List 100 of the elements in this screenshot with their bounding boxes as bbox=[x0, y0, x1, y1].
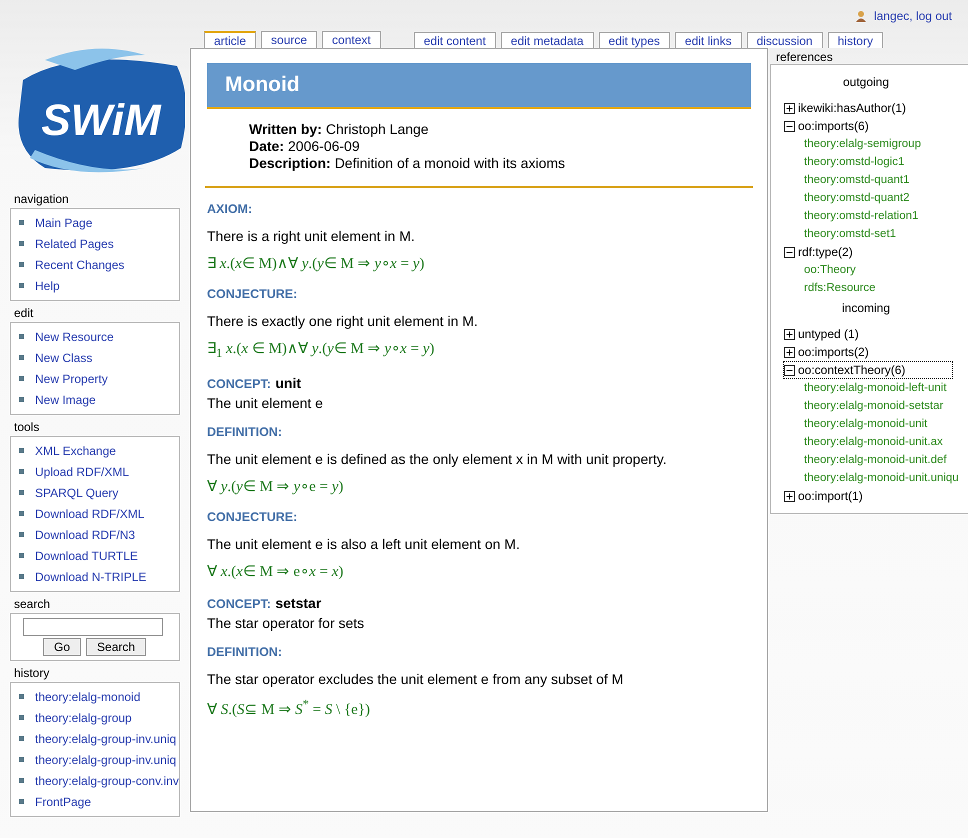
tab[interactable]: history bbox=[828, 32, 883, 48]
sidebar-link[interactable]: Download N-TRIPLE bbox=[35, 570, 146, 584]
statement-type: CONCEPT: bbox=[207, 377, 271, 391]
statement-text: There is a right unit element in M. bbox=[207, 228, 416, 244]
bullet-icon bbox=[19, 553, 24, 558]
tree-node[interactable]: ikewiki:hasAuthor(1) bbox=[798, 101, 906, 115]
user-link[interactable]: langec, log out bbox=[874, 9, 952, 23]
tree-node[interactable]: oo:import(1) bbox=[798, 489, 863, 503]
expand-icon[interactable] bbox=[784, 102, 795, 114]
formula: ∃ x.(x∈ M)∧∀ y.(y∈ M ⇒ y∘x = y) bbox=[207, 255, 426, 273]
tab[interactable]: discussion bbox=[746, 32, 823, 48]
reference-link[interactable]: theory:omstd-quant1 bbox=[783, 171, 968, 189]
statement-text: The star operator excludes the unit element e from any subset of M bbox=[207, 671, 624, 687]
sidebar-link[interactable]: Help bbox=[35, 278, 60, 292]
statement-text: The unit element e is also a left unit element on M. bbox=[207, 536, 521, 552]
reference-link[interactable]: oo:Theory bbox=[783, 261, 968, 279]
reference-link[interactable]: theory:elalg-monoid-unit.def bbox=[783, 451, 968, 469]
tab[interactable]: source bbox=[261, 31, 318, 48]
tab[interactable]: edit content bbox=[414, 32, 496, 48]
concept-name: setstar bbox=[275, 595, 322, 611]
meta-label: Written by: bbox=[249, 121, 322, 137]
sidebar-heading: edit bbox=[13, 305, 34, 322]
reference-link[interactable]: theory:omstd-quant2 bbox=[783, 189, 968, 207]
sidebar-link[interactable]: theory:elalg-group bbox=[35, 710, 132, 724]
reference-link[interactable]: theory:elalg-semigroup bbox=[783, 135, 968, 153]
statement-type: CONCEPT: bbox=[207, 597, 271, 611]
bullet-icon bbox=[19, 397, 24, 402]
expand-icon[interactable] bbox=[784, 346, 795, 358]
reference-link[interactable]: rdfs:Resource bbox=[783, 279, 968, 297]
section-heading: outgoing bbox=[842, 75, 890, 89]
sidebar-link[interactable]: Main Page bbox=[35, 216, 92, 230]
sidebar-link[interactable]: theory:elalg-monoid bbox=[35, 690, 140, 704]
statement-type: DEFINITION: bbox=[207, 645, 283, 659]
formula: ∀ x.(x∈ M ⇒ e∘x = x) bbox=[207, 563, 344, 581]
sidebar-link[interactable]: New Resource bbox=[35, 330, 114, 344]
meta-label: Date: bbox=[249, 138, 284, 154]
sidebar-link[interactable]: New Property bbox=[35, 372, 108, 386]
bullet-icon bbox=[19, 376, 24, 381]
formula: ∃$_{1}$ x.(x ∈ M)∧∀ y.(y∈ M ⇒ y∘x = y) bbox=[207, 340, 436, 361]
meta-value: 2006-06-09 bbox=[288, 138, 360, 154]
reference-link[interactable]: theory:omstd-set1 bbox=[783, 225, 968, 243]
bullet-icon bbox=[19, 241, 24, 246]
collapse-icon[interactable] bbox=[784, 246, 795, 258]
bullet-icon bbox=[19, 334, 24, 339]
sidebar-link[interactable]: XML Exchange bbox=[35, 444, 116, 458]
sidebar-heading: tools bbox=[13, 419, 40, 436]
reference-link[interactable]: theory:elalg-monoid-unit bbox=[783, 415, 968, 433]
references-heading: references bbox=[775, 50, 834, 64]
formula: ∀ y.(y∈ M ⇒ y∘e = y) bbox=[207, 478, 344, 496]
statement-type: DEFINITION: bbox=[207, 425, 283, 439]
search-button[interactable]: Go bbox=[43, 638, 82, 656]
tab[interactable]: article bbox=[204, 31, 256, 48]
sidebar-heading: search bbox=[13, 596, 52, 613]
sidebar-link[interactable]: Download TURTLE bbox=[35, 548, 138, 562]
reference-link[interactable]: theory:elalg-monoid-setstar bbox=[783, 397, 968, 415]
sidebar-link[interactable]: SPARQL Query bbox=[35, 486, 118, 500]
meta-label: Description: bbox=[249, 155, 331, 171]
expand-icon[interactable] bbox=[784, 328, 795, 340]
sidebar-link[interactable]: Download RDF/N3 bbox=[35, 528, 136, 542]
search-button[interactable]: Search bbox=[86, 638, 146, 656]
reference-link[interactable]: theory:omstd-relation1 bbox=[783, 207, 968, 225]
tab[interactable]: edit types bbox=[598, 32, 670, 48]
tree-node[interactable]: oo:imports(6) bbox=[798, 119, 869, 133]
meta-value: Definition of a monoid with its axioms bbox=[334, 155, 566, 171]
meta-value: Christoph Lange bbox=[326, 121, 429, 137]
bullet-icon bbox=[19, 448, 24, 453]
tree-node[interactable]: untyped (1) bbox=[798, 327, 859, 341]
sidebar-link[interactable]: Upload RDF/XML bbox=[35, 464, 130, 478]
tab[interactable]: edit links bbox=[674, 32, 742, 48]
collapse-icon[interactable] bbox=[784, 364, 795, 376]
bullet-icon bbox=[19, 490, 24, 495]
bullet-icon bbox=[19, 574, 24, 579]
search-field[interactable] bbox=[23, 618, 163, 636]
reference-link[interactable]: theory:elalg-monoid-left-unit bbox=[783, 379, 968, 397]
statement-text: The unit element e is defined as the only element x in M with unit property. bbox=[207, 451, 668, 467]
reference-link[interactable]: theory:elalg-monoid-unit.uniqu bbox=[783, 469, 968, 487]
tree-node[interactable]: rdf:type(2) bbox=[798, 245, 853, 259]
tree-node[interactable]: oo:imports(2) bbox=[798, 345, 869, 359]
sidebar-link[interactable]: Download RDF/XML bbox=[35, 506, 144, 520]
sidebar-link[interactable]: Recent Changes bbox=[35, 258, 124, 272]
concept-text: The star operator for sets bbox=[207, 615, 366, 631]
concept-text: The unit element e bbox=[207, 395, 324, 411]
collapse-icon[interactable] bbox=[784, 120, 795, 132]
sidebar-link[interactable]: Related Pages bbox=[35, 236, 114, 250]
tab[interactable]: edit metadata bbox=[500, 32, 594, 48]
expand-icon[interactable] bbox=[784, 490, 795, 502]
person-icon bbox=[854, 10, 867, 22]
tab[interactable]: context bbox=[322, 31, 381, 48]
sidebar-link[interactable]: New Image bbox=[35, 392, 96, 406]
statement-type: AXIOM: bbox=[207, 202, 254, 216]
sidebar-link[interactable]: FrontPage bbox=[35, 794, 92, 808]
section-heading: incoming bbox=[840, 301, 892, 315]
bullet-icon bbox=[19, 469, 24, 474]
reference-link[interactable]: theory:omstd-logic1 bbox=[783, 153, 968, 171]
bullet-icon bbox=[19, 283, 24, 288]
sidebar-link[interactable]: New Class bbox=[35, 350, 92, 364]
sidebar-link[interactable]: theory:elalg-group-conv.inv bbox=[35, 774, 179, 788]
sidebar-link[interactable]: theory:elalg-group-inv.uniq bbox=[35, 752, 176, 766]
sidebar-link[interactable]: theory:elalg-group-inv.uniq bbox=[35, 732, 176, 746]
reference-link[interactable]: theory:elalg-monoid-unit.ax bbox=[783, 433, 968, 451]
